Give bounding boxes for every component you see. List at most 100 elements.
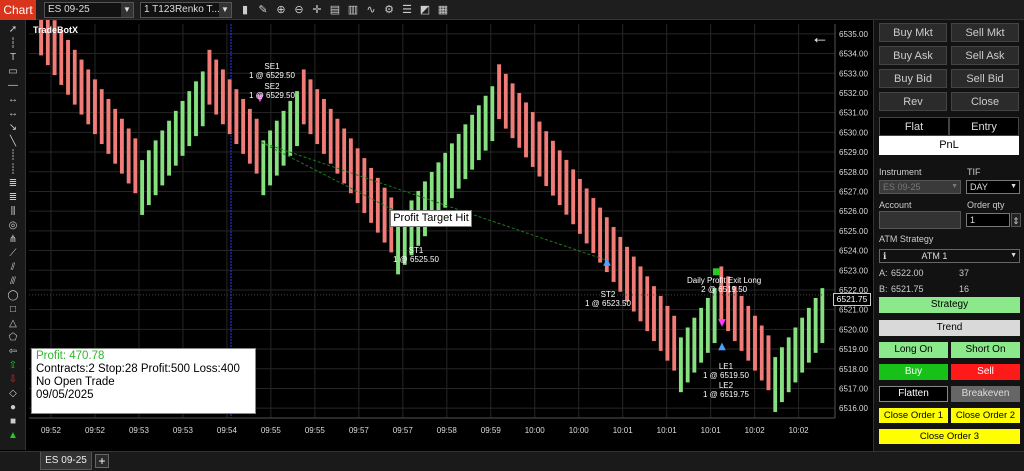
instrument-tab[interactable]: ES 09-25 <box>40 452 92 470</box>
arrow-down-icon[interactable]: ⇩ <box>6 374 20 386</box>
flatten-button[interactable]: Flatten <box>879 386 948 402</box>
dot-icon[interactable]: ● <box>6 402 20 414</box>
profit-target-hit-label: Profit Target Hit <box>390 210 472 227</box>
polygon-icon[interactable]: ⬠ <box>6 332 20 344</box>
andrews-pitchfork-icon[interactable]: ⋔ <box>6 234 20 246</box>
pnl-button[interactable]: PnL <box>879 136 1019 155</box>
close-order-3-button[interactable]: Close Order 3 <box>879 429 1020 444</box>
atm-strategy-select[interactable]: ℹ ATM 1 ▼ <box>879 249 1020 263</box>
back-arrow-icon[interactable]: ← <box>811 28 829 46</box>
short-on-button[interactable]: Short On <box>951 342 1020 358</box>
bar-type-selector[interactable]: 1 T123Renko T... ▼ <box>140 2 232 18</box>
square-marker-icon[interactable]: ■ <box>6 416 20 428</box>
strategy-icon[interactable]: ⚙ <box>382 3 396 17</box>
fibonacci-time-icon[interactable]: ⫼ <box>6 206 20 218</box>
regression-channel-icon[interactable]: ⫽ <box>6 262 20 274</box>
close-order-1-button[interactable]: Close Order 1 <box>879 408 948 423</box>
square-icon[interactable]: □ <box>6 304 20 316</box>
chart-area[interactable]: 6535.00 6534.00 6533.00 6532.00 6531.00 6530.… <box>27 20 872 451</box>
template-icon[interactable]: ▦ <box>436 3 450 17</box>
arrow-up-icon[interactable]: ⇧ <box>6 360 20 372</box>
renko-brick <box>362 157 367 214</box>
triangle-icon[interactable]: △ <box>6 318 20 330</box>
buy-button[interactable]: Buy <box>879 364 948 380</box>
arrow-icon[interactable]: ⇦ <box>6 346 20 358</box>
arrow-line-icon[interactable]: ↘ <box>6 122 20 134</box>
add-tab-icon[interactable]: + <box>95 454 109 468</box>
renko-brick <box>779 346 785 403</box>
ruler-icon[interactable]: ┆ <box>6 38 20 50</box>
gann-fan-icon[interactable]: ⟋ <box>6 248 20 260</box>
extended-line-icon[interactable]: ↔ <box>6 108 20 120</box>
pointer-icon[interactable]: ➚ <box>6 24 20 36</box>
copyright-text: © 2025 NinjaTrader, LLC <box>32 404 121 413</box>
pencil-icon[interactable]: ✎ <box>256 3 270 17</box>
bid-price: 6521.75 <box>891 284 924 294</box>
trend-button[interactable]: Trend <box>879 320 1020 336</box>
zoom-out-icon[interactable]: ⊖ <box>292 3 306 17</box>
fibonacci-retracement-icon[interactable]: ≣ <box>6 178 20 190</box>
diamond-icon[interactable]: ◇ <box>6 388 20 400</box>
horizontal-line-icon[interactable]: — <box>6 80 20 92</box>
x-tick-label: 09:52 <box>41 426 62 435</box>
close-position-button[interactable]: Close <box>951 92 1019 111</box>
properties-icon[interactable]: ☰ <box>400 3 414 17</box>
sell-bid-button[interactable]: Sell Bid <box>951 69 1019 88</box>
buy-market-button[interactable]: Buy Mkt <box>879 23 947 42</box>
y-tick-label: 6525.00 <box>839 227 868 236</box>
le2-name: LE2 <box>718 381 734 390</box>
bar-icon[interactable]: ▮ <box>238 3 252 17</box>
buy-ask-button[interactable]: Buy Ask <box>879 46 947 65</box>
long-exit-arrow: ▼ <box>718 317 726 328</box>
long-on-button[interactable]: Long On <box>879 342 948 358</box>
sell-button[interactable]: Sell <box>951 364 1020 380</box>
bid-label: B: <box>879 284 888 294</box>
renko-brick <box>294 90 300 147</box>
ellipse-icon[interactable]: ◯ <box>6 290 20 302</box>
close-order-2-button[interactable]: Close Order 2 <box>951 408 1020 423</box>
instrument-select[interactable]: ES 09-25 ▼ <box>879 180 961 194</box>
reverse-button[interactable]: Rev <box>879 92 947 111</box>
indicator-icon[interactable]: ∿ <box>364 3 378 17</box>
chevron-down-icon: ▼ <box>1010 183 1017 190</box>
buy-bid-button[interactable]: Buy Bid <box>879 69 947 88</box>
strategy-button[interactable]: Strategy <box>879 297 1020 313</box>
sell-market-button[interactable]: Sell Mkt <box>951 23 1019 42</box>
fibonacci-extension-icon[interactable]: ≣ <box>6 192 20 204</box>
info-icon: ℹ <box>883 251 887 261</box>
x-tick-label: 09:52 <box>85 426 106 435</box>
instrument-label: Instrument <box>879 167 922 177</box>
chart-style-icon[interactable]: ▥ <box>346 3 360 17</box>
order-qty-input[interactable]: 1 <box>966 213 1010 227</box>
account-select[interactable] <box>879 211 961 229</box>
short-exit-arrow-2: ▲ <box>603 256 611 267</box>
drawing-icon[interactable]: ◩ <box>418 3 432 17</box>
renko-brick <box>220 69 226 125</box>
qty-stepper-icon[interactable]: ⇕ <box>1011 213 1021 227</box>
instrument-selector[interactable]: ES 09-25 ▼ <box>44 2 134 18</box>
sell-ask-button[interactable]: Sell Ask <box>951 46 1019 65</box>
rectangle-icon[interactable]: ▭ <box>6 66 20 78</box>
y-tick-label: 6518.00 <box>839 365 868 374</box>
data-box-icon[interactable]: ▤ <box>328 3 342 17</box>
renko-brick <box>739 295 744 352</box>
fibonacci-circle-icon[interactable]: ◎ <box>6 220 20 232</box>
renko-brick <box>65 39 71 96</box>
crosshair-icon[interactable]: ✛ <box>310 3 324 17</box>
tif-select[interactable]: DAY ▼ <box>966 180 1020 194</box>
line-icon[interactable]: ╲ <box>6 136 20 148</box>
renko-brick <box>288 100 293 157</box>
renko-brick <box>611 226 616 283</box>
zoom-in-icon[interactable]: ⊕ <box>274 3 288 17</box>
trend-channel-icon[interactable]: ⫻ <box>6 276 20 288</box>
dotted-line-icon[interactable]: ┊ <box>6 164 20 176</box>
text-icon[interactable]: T <box>6 52 20 64</box>
y-tick-label: 6535.00 <box>839 30 868 39</box>
vertical-line-icon[interactable]: ┊ <box>6 150 20 162</box>
chart-menu-tab[interactable]: Chart <box>0 0 36 20</box>
daily-profit-exit-label: Daily Profit Exit Long 2 @ 6519.50 <box>687 276 761 294</box>
renko-brick <box>618 236 623 293</box>
ray-icon[interactable]: ↔ <box>6 94 20 106</box>
triangle-up-icon[interactable]: ▲ <box>6 430 20 442</box>
breakeven-button[interactable]: Breakeven <box>951 386 1020 402</box>
